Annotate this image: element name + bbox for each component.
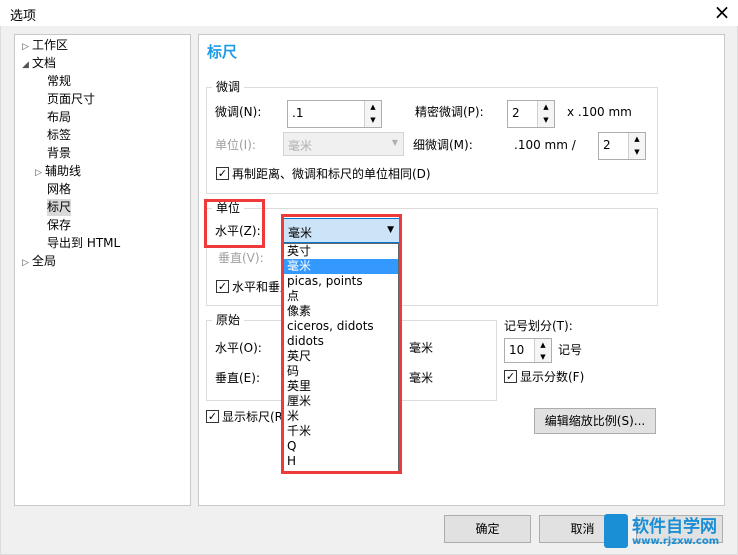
origin-horizontal-label: 水平(O): — [215, 341, 262, 355]
origin-horizontal-unit: 毫米 — [409, 341, 434, 355]
tree-item-label: 页面尺寸 — [47, 92, 96, 106]
close-icon[interactable]: × — [712, 1, 732, 23]
tree-item[interactable]: 保存 — [47, 217, 71, 234]
watermark: 软件自学网 www.rjzxw.com — [604, 512, 738, 552]
tree-item[interactable]: 标签 — [47, 127, 71, 144]
tree-item-label: 辅助线 — [45, 164, 82, 178]
tree-item-label: 常规 — [47, 74, 72, 88]
tree-item[interactable]: ◢ 文档 — [22, 55, 56, 72]
nudge-unit-value: 毫米 — [288, 139, 313, 153]
title-bar — [0, 0, 738, 26]
spin-up-icon[interactable]: ▲ — [629, 133, 645, 146]
tree-item[interactable]: 布局 — [47, 109, 71, 126]
origin-vertical-unit: 毫米 — [409, 371, 434, 385]
super-nudge-label: 精密微调(P): — [415, 105, 484, 119]
category-tree[interactable]: ▷ 工作区 ◢ 文档 常规 页面尺寸 布局 标签 背景 ▷ 辅助线 网格 标尺 保存 导出到 HTML ▷ 全局 — [14, 34, 191, 506]
tick-division-label: 记号划分(T): — [504, 319, 573, 333]
tree-item-label: 标尺 — [47, 200, 72, 214]
collapsed-arrow-icon[interactable]: ▷ — [35, 165, 45, 182]
micro-nudge-stepper[interactable]: 2 ▲ ▼ — [598, 132, 646, 160]
collapsed-arrow-icon[interactable]: ▷ — [22, 255, 32, 272]
origin-legend: 原始 — [212, 313, 245, 327]
nudge-value[interactable]: .1 — [292, 106, 303, 120]
tree-item[interactable]: ▷ 辅助线 — [35, 163, 81, 180]
micro-nudge-label: 细微调(M): — [413, 138, 473, 152]
vertical-unit-label: 垂直(V): — [218, 251, 264, 265]
tree-item-label: 背景 — [47, 146, 72, 160]
origin-vertical-label: 垂直(E): — [215, 371, 260, 385]
super-nudge-value[interactable]: 2 — [512, 106, 520, 120]
tree-item[interactable]: ▷ 工作区 — [22, 37, 68, 54]
nudge-label: 微调(N): — [215, 105, 262, 119]
spin-up-icon[interactable]: ▲ — [538, 101, 554, 114]
collapsed-arrow-icon[interactable]: ▷ — [22, 39, 32, 56]
tree-item-label: 布局 — [47, 110, 72, 124]
tree-item-label: 工作区 — [32, 38, 69, 52]
tree-item-label: 保存 — [47, 218, 72, 232]
tree-item-label: 导出到 HTML — [47, 236, 121, 250]
edit-scale-button[interactable]: 编辑缩放比例(S)... — [534, 408, 656, 434]
super-nudge-suffix: x .100 mm — [567, 105, 632, 119]
annotation-box-dropdown — [281, 214, 402, 474]
expanded-arrow-icon[interactable]: ◢ — [22, 57, 32, 74]
same-units-label: 再制距离、微调和标尺的单位相同(D) — [232, 167, 431, 181]
nudge-legend: 微调 — [212, 80, 245, 94]
spin-down-icon[interactable]: ▼ — [538, 114, 554, 127]
watermark-logo-icon — [604, 514, 628, 548]
tick-division-value[interactable]: 10 — [509, 343, 524, 357]
tree-item-label: 文档 — [32, 56, 57, 70]
tree-item[interactable]: ▷ 全局 — [22, 253, 56, 270]
nudge-unit-select: 毫米 ▼ — [283, 132, 404, 156]
ok-button[interactable]: 确定 — [444, 515, 531, 543]
super-nudge-stepper[interactable]: 2 ▲ ▼ — [507, 100, 555, 128]
spin-down-icon[interactable]: ▼ — [629, 146, 645, 159]
tree-item[interactable]: 导出到 HTML — [47, 235, 120, 252]
window-title: 选项 — [10, 9, 37, 24]
watermark-text: 软件自学网 — [632, 517, 717, 537]
spin-up-icon[interactable]: ▲ — [365, 101, 381, 114]
tree-item[interactable]: 背景 — [47, 145, 71, 162]
nudge-stepper[interactable]: .1 ▲ ▼ — [287, 100, 382, 128]
show-rulers-checkbox[interactable]: ✓ — [206, 410, 219, 423]
annotation-box-label — [204, 199, 265, 248]
tree-item[interactable]: 页面尺寸 — [47, 91, 95, 108]
spin-up-icon[interactable]: ▲ — [535, 339, 551, 351]
tree-item[interactable]: 标尺 — [47, 199, 72, 216]
tick-division-stepper[interactable]: 10 ▲ ▼ — [504, 338, 552, 363]
micro-nudge-value[interactable]: 2 — [603, 138, 611, 152]
tree-item[interactable]: 网格 — [47, 181, 71, 198]
tick-suffix: 记号 — [558, 343, 583, 357]
nudge-unit-label: 单位(I): — [215, 138, 256, 152]
spin-down-icon[interactable]: ▼ — [365, 114, 381, 127]
tree-item[interactable]: 常规 — [47, 73, 71, 90]
watermark-url: www.rjzxw.com — [632, 536, 720, 547]
chevron-down-icon: ▼ — [391, 138, 398, 147]
same-ruler-units-checkbox[interactable]: ✓ — [216, 280, 229, 293]
micro-nudge-prefix: .100 mm / — [514, 138, 576, 152]
page-title: 标尺 — [207, 43, 238, 61]
same-units-checkbox[interactable]: ✓ — [216, 167, 229, 180]
tree-item-label: 全局 — [32, 254, 57, 268]
tree-item-label: 标签 — [47, 128, 72, 142]
show-fractions-checkbox[interactable]: ✓ — [504, 370, 517, 383]
show-fractions-label: 显示分数(F) — [520, 370, 585, 384]
tree-item-label: 网格 — [47, 182, 72, 196]
spin-down-icon[interactable]: ▼ — [535, 351, 551, 363]
show-rulers-label: 显示标尺(R) — [222, 410, 288, 424]
